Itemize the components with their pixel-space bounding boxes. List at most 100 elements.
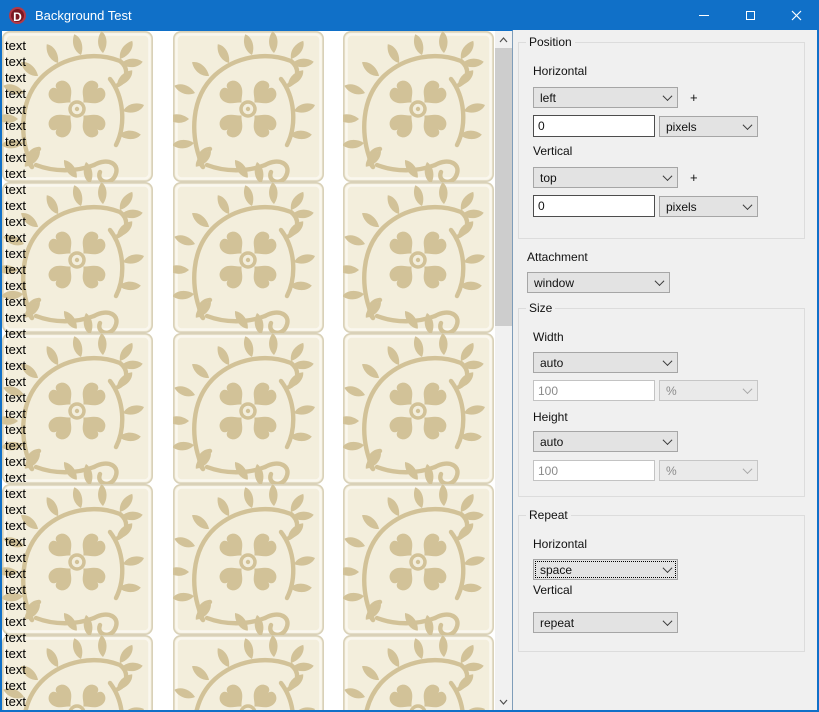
text-line: text [5,614,205,630]
chevron-down-icon [657,619,677,626]
vertical-position-select[interactable]: top [533,167,678,188]
text-line: text [5,294,205,310]
text-line: text [5,550,205,566]
height-label: Height [533,410,568,424]
repeat-horizontal-select[interactable]: space [533,559,678,580]
text-line: text [5,358,205,374]
background-preview-pane: texttexttexttexttexttexttexttexttexttext… [2,30,513,710]
chevron-down-icon [737,203,757,210]
ornamental-tile [343,635,494,710]
minimize-icon [699,15,709,16]
height-unit-value: % [666,464,737,478]
width-keyword-value: auto [540,356,657,370]
text-line: text [5,342,205,358]
text-line: text [5,214,205,230]
text-line: text [5,150,205,166]
size-group-legend: Size [526,301,555,316]
repeat-horizontal-value: space [540,563,657,577]
app-logo-icon: D [9,7,26,24]
logo-letter: D [13,10,22,24]
chevron-down-icon [737,123,757,130]
plus-sign: + [690,170,698,185]
chevron-down-icon [737,387,757,394]
window-title: Background Test [35,8,681,23]
horizontal-position-label: Horizontal [533,64,587,78]
chevron-down-icon [657,174,677,181]
horizontal-offset-input[interactable] [533,115,655,137]
text-line: text [5,454,205,470]
attachment-select[interactable]: window [527,272,670,293]
chevron-down-icon [657,94,677,101]
text-line: text [5,518,205,534]
chevron-down-icon [657,566,677,573]
window-body: texttexttexttexttexttexttexttexttexttext… [2,30,817,710]
text-line: text [5,86,205,102]
horizontal-position-select[interactable]: left [533,87,678,108]
text-line: text [5,38,205,54]
scroll-up-icon [499,37,508,43]
scrollbar-thumb[interactable] [495,48,512,326]
text-line: text [5,118,205,134]
width-amount-input [533,380,655,401]
maximize-icon [746,11,755,20]
text-line: text [5,662,205,678]
horizontal-position-value: left [540,91,657,105]
text-line: text [5,246,205,262]
position-group-legend: Position [526,35,575,50]
vertical-offset-input[interactable] [533,195,655,217]
height-unit-select: % [659,460,758,481]
text-line: text [5,502,205,518]
caption-buttons [681,0,819,30]
attachment-label: Attachment [527,250,588,264]
minimize-button[interactable] [681,0,727,30]
vertical-unit-value: pixels [666,200,737,214]
text-line: text [5,262,205,278]
text-line: text [5,470,205,486]
text-line: text [5,598,205,614]
maximize-button[interactable] [727,0,773,30]
title-bar: D Background Test [0,0,819,30]
width-keyword-select[interactable]: auto [533,352,678,373]
scroll-up-button[interactable] [495,31,512,48]
height-amount-input [533,460,655,481]
chevron-down-icon [657,359,677,366]
text-line: text [5,694,205,710]
ornamental-tile [343,484,494,635]
horizontal-unit-select[interactable]: pixels [659,116,758,137]
text-line: text [5,678,205,694]
text-line: text [5,182,205,198]
scroll-down-icon [499,699,508,705]
close-icon [791,10,802,21]
close-button[interactable] [773,0,819,30]
ornamental-tile [343,182,494,333]
repeat-vertical-select[interactable]: repeat [533,612,678,633]
chevron-down-icon [649,279,669,286]
text-line: text [5,486,205,502]
vertical-unit-select[interactable]: pixels [659,196,758,217]
plus-sign: + [690,90,698,105]
text-line: text [5,582,205,598]
text-line: text [5,326,205,342]
repeat-vertical-label: Vertical [533,583,572,597]
repeat-group-legend: Repeat [526,508,571,523]
text-line: text [5,422,205,438]
width-unit-value: % [666,384,737,398]
ornamental-tile [343,31,494,182]
text-content: texttexttexttexttexttexttexttexttexttext… [5,31,205,710]
height-keyword-value: auto [540,435,657,449]
text-line: text [5,438,205,454]
text-line: text [5,646,205,662]
text-line: text [5,566,205,582]
text-line: text [5,390,205,406]
text-line: text [5,230,205,246]
width-unit-select: % [659,380,758,401]
scroll-down-button[interactable] [495,693,512,710]
repeat-horizontal-label: Horizontal [533,537,587,551]
text-line: text [5,54,205,70]
vertical-scrollbar[interactable] [495,31,512,710]
height-keyword-select[interactable]: auto [533,431,678,452]
horizontal-unit-value: pixels [666,120,737,134]
text-line: text [5,70,205,86]
width-label: Width [533,330,564,344]
repeat-vertical-value: repeat [540,616,657,630]
